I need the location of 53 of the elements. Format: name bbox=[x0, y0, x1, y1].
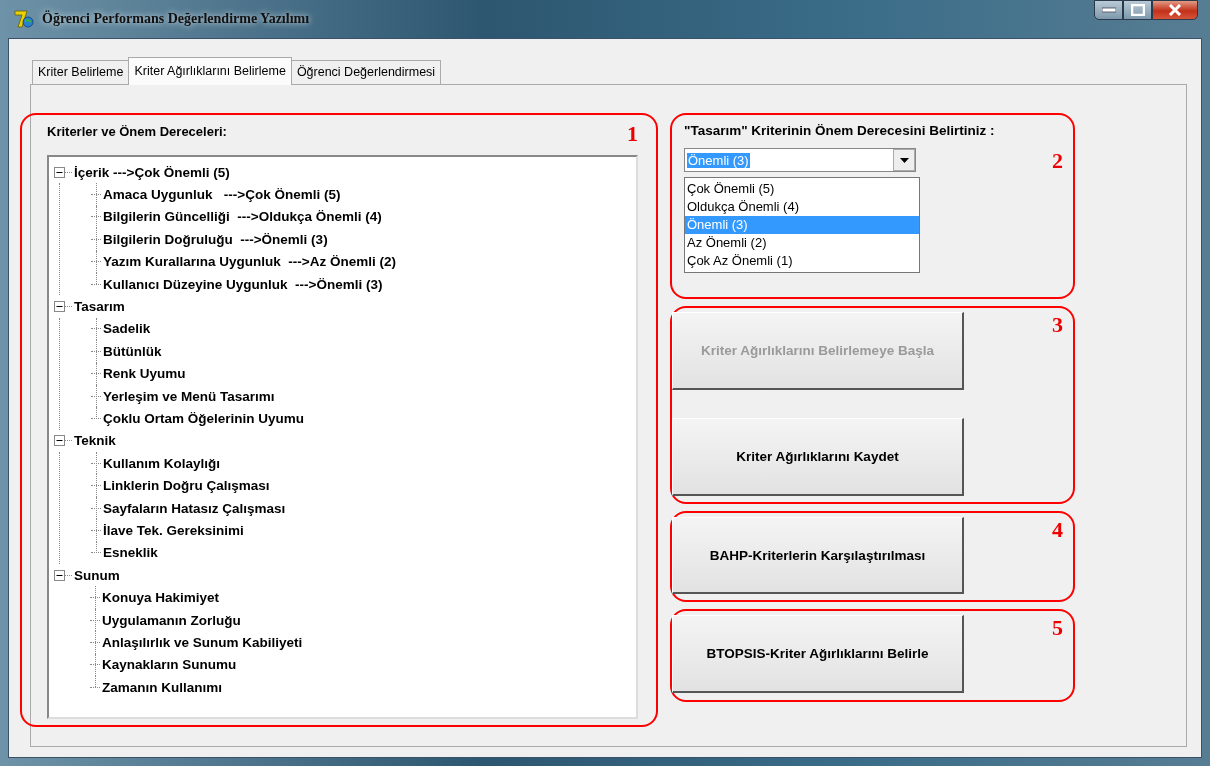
tree-item[interactable]: Uygulamanın Zorluğu bbox=[102, 612, 241, 628]
tree-item[interactable]: Kullanım Kolaylığı bbox=[103, 455, 221, 471]
tab[interactable]: Kriter Belirleme bbox=[32, 60, 130, 84]
collapse-icon[interactable] bbox=[54, 435, 65, 447]
tree-item[interactable]: Zamanın Kullanımı bbox=[102, 679, 223, 695]
tree-item[interactable]: Linklerin Doğru Çalışması bbox=[103, 478, 270, 494]
tree-item[interactable]: Tasarım bbox=[74, 299, 125, 315]
close-icon bbox=[1167, 4, 1183, 16]
tree-item[interactable]: İçerik --->Çok Önemli (5) bbox=[74, 164, 230, 180]
annotation-number: 5 bbox=[1052, 615, 1063, 642]
action-button[interactable]: BAHP-Kriterlerin Karşılaştırılması bbox=[672, 517, 964, 594]
tree-item[interactable]: Yazım Kurallarına Uygunluk --->Az Önemli (2) bbox=[103, 254, 396, 270]
close-button[interactable] bbox=[1152, 0, 1198, 20]
annotation-number: 3 bbox=[1052, 312, 1063, 339]
tree-item[interactable]: Bütünlük bbox=[103, 343, 162, 359]
action-button[interactable]: BTOPSIS-Kriter Ağırlıklarını Belirle bbox=[672, 615, 964, 693]
collapse-icon[interactable] bbox=[54, 301, 65, 313]
maximize-button[interactable] bbox=[1123, 0, 1152, 20]
dropdown-option[interactable]: Çok Az Önemli (1) bbox=[685, 252, 919, 270]
section-heading: Kriterler ve Önem Dereceleri: bbox=[47, 124, 227, 139]
tree-item[interactable]: Yerleşim ve Menü Tasarımı bbox=[103, 388, 275, 404]
collapse-icon[interactable] bbox=[54, 569, 65, 581]
tree-item[interactable]: Bilgilerin Güncelliği --->Oldukça Önemli (4) bbox=[103, 209, 382, 225]
tree-item[interactable]: Bilgilerin Doğruluğu --->Önemli (3) bbox=[103, 231, 328, 247]
prompt-label: "Tasarım" Kriterinin Önem Derecesini Belirtiniz : bbox=[684, 123, 995, 138]
maximize-icon bbox=[1130, 4, 1145, 16]
tab[interactable]: Öğrenci Değerlendirmesi bbox=[290, 60, 442, 84]
annotation-number: 1 bbox=[627, 121, 638, 147]
tree-item[interactable]: Teknik bbox=[74, 433, 116, 449]
tree-item[interactable]: Esneklik bbox=[103, 545, 158, 561]
tree-item[interactable]: Sunum bbox=[74, 567, 120, 583]
tree-item[interactable]: Sayfaların Hatasız Çalışması bbox=[103, 500, 286, 516]
annotation-number: 4 bbox=[1052, 517, 1063, 544]
tree-item[interactable]: Amaca Uygunluk --->Çok Önemli (5) bbox=[103, 187, 341, 203]
tree-item[interactable]: Kaynakların Sunumu bbox=[102, 657, 237, 673]
minimize-button[interactable] bbox=[1094, 0, 1123, 20]
tree-item[interactable]: Sadelik bbox=[103, 321, 151, 337]
app-icon bbox=[14, 9, 34, 29]
dropdown-option[interactable]: Oldukça Önemli (4) bbox=[685, 198, 919, 216]
tree-item[interactable]: Kullanıcı Düzeyine Uygunluk --->Önemli (3) bbox=[103, 276, 383, 292]
tree-item[interactable]: Anlaşılırlık ve Sunum Kabiliyeti bbox=[102, 634, 303, 650]
dropdown-option[interactable]: Az Önemli (2) bbox=[685, 234, 919, 252]
tab[interactable]: Kriter Ağırlıklarını Belirleme bbox=[128, 57, 292, 85]
tree-item[interactable]: İlave Tek. Gereksinimi bbox=[103, 522, 244, 538]
action-button[interactable]: Kriter Ağırlıklarını Kaydet bbox=[672, 418, 964, 496]
window-title: Öğrenci Performans Değerlendirme Yazılımı bbox=[41, 9, 311, 28]
tree-item[interactable]: Çoklu Ortam Öğelerinin Uyumu bbox=[103, 411, 305, 426]
tree-item[interactable]: Konuya Hakimiyet bbox=[102, 590, 220, 606]
dropdown-option[interactable]: Çok Önemli (5) bbox=[685, 180, 919, 198]
annotation-number: 2 bbox=[1052, 148, 1063, 174]
minimize-icon bbox=[1101, 7, 1116, 13]
collapse-icon[interactable] bbox=[54, 166, 65, 178]
tree-item[interactable]: Renk Uyumu bbox=[103, 366, 186, 382]
